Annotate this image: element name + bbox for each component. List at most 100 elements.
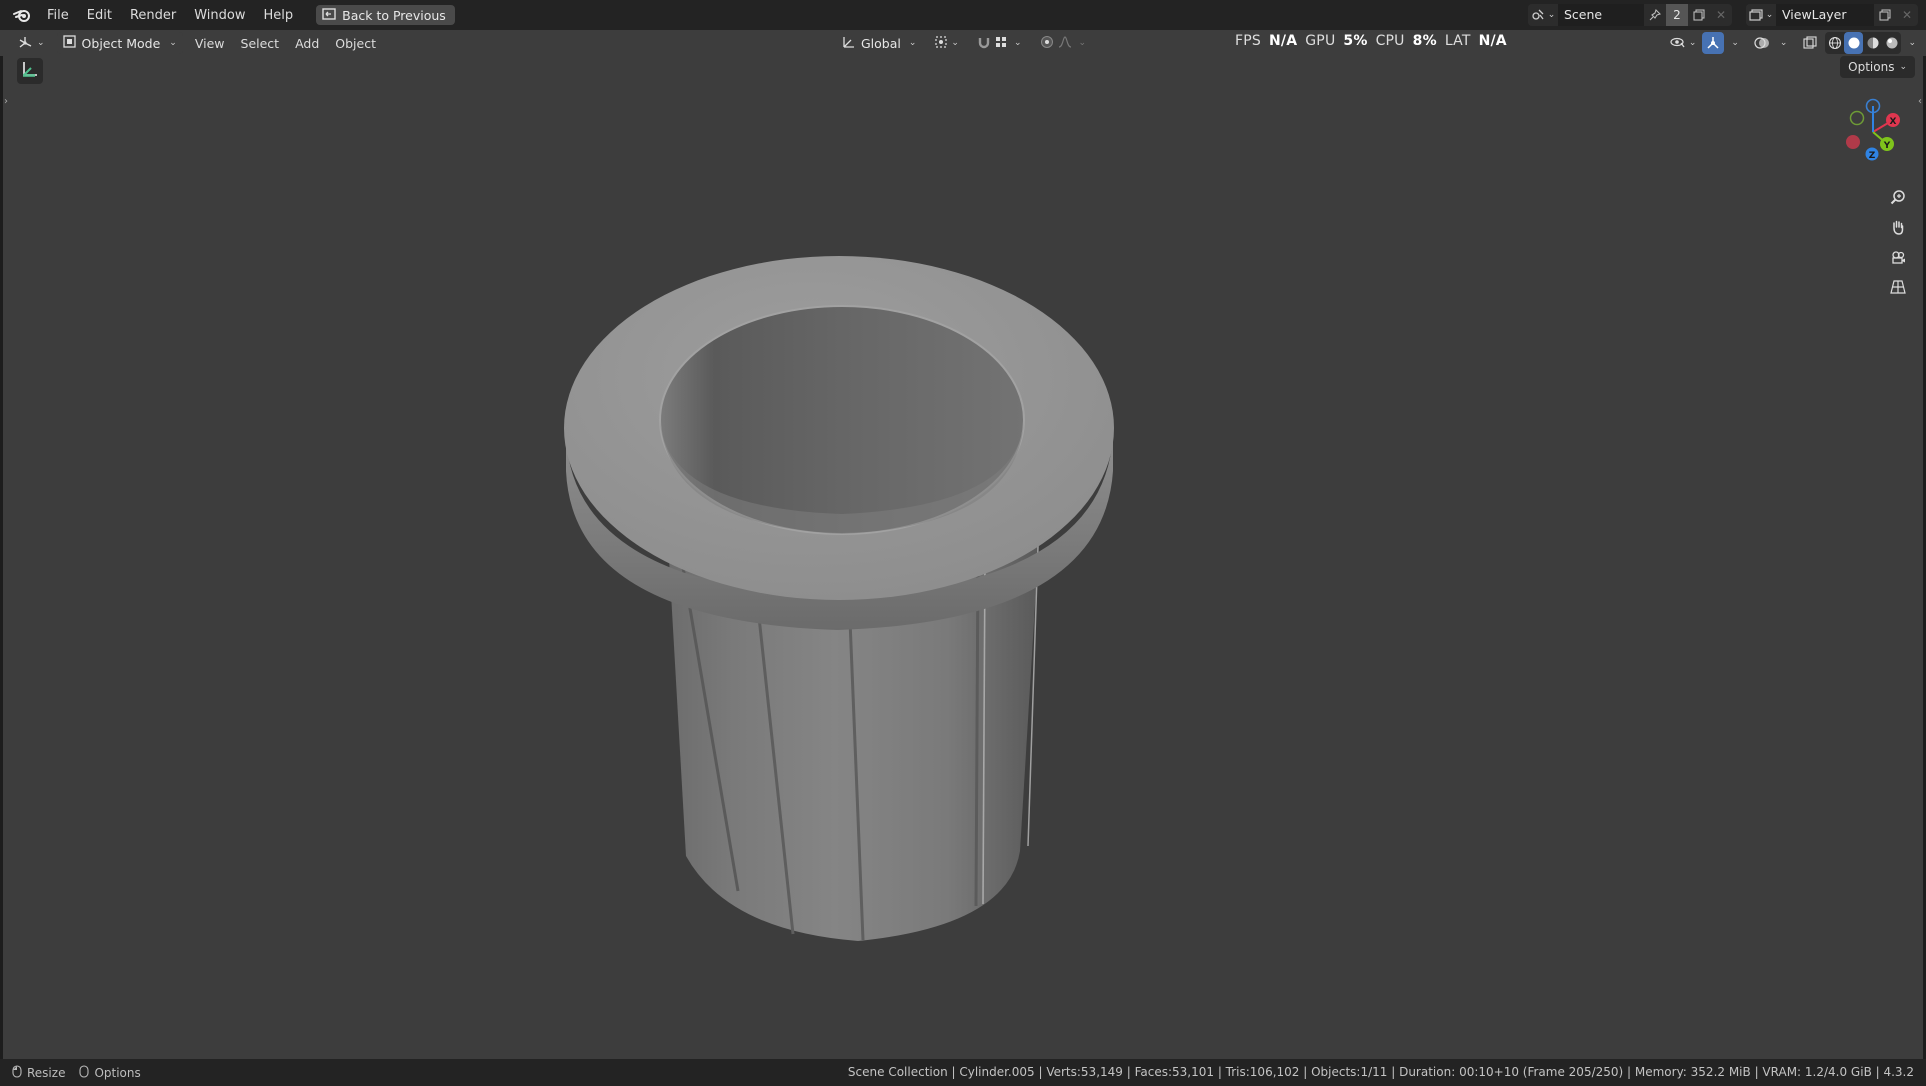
top-menubar: File Edit Render Window Help Back to Pre… [0, 0, 1926, 30]
gizmo-y-label: Y [1883, 141, 1891, 151]
falloff-curve-icon [1058, 35, 1072, 51]
status-hint-resize: Resize [12, 1064, 65, 1081]
zoom-icon[interactable] [1885, 184, 1911, 210]
sidebar-expand-arrow-icon[interactable]: ‹ [1918, 96, 1922, 107]
pivot-point-icon [934, 35, 948, 52]
gizmo-x-label: X [1890, 117, 1897, 127]
mode-label: Object Mode [81, 35, 161, 51]
3d-viewport[interactable]: Options ⌄ › ‹ X Y Z [3, 56, 1923, 1059]
transform-controls: Global ⌄ ⌄ ⌄ ⌄ [836, 32, 1092, 54]
menu-object[interactable]: Object [327, 36, 384, 51]
scene-user-count: 2 [1666, 4, 1688, 26]
overlays-toggle-icon[interactable] [1751, 32, 1773, 54]
mouse-right-icon [79, 1064, 90, 1081]
perspective-toggle-icon[interactable] [1885, 274, 1911, 300]
snap-toggle[interactable]: ⌄ [971, 32, 1028, 54]
orientation-axes-icon [842, 35, 856, 52]
scene-statistics: Scene Collection | Cylinder.005 | Verts:… [847, 1065, 1914, 1079]
back-to-previous-label: Back to Previous [342, 7, 446, 23]
chevron-down-icon: ⌄ [951, 38, 959, 48]
navigation-gizmo[interactable]: X Y Z [1835, 94, 1905, 164]
chevron-down-icon: ⌄ [1765, 10, 1774, 20]
view-layer-icon[interactable]: ⌄ [1746, 4, 1776, 26]
menu-window[interactable]: Window [185, 4, 254, 27]
shading-dropdown-chevron-icon[interactable]: ⌄ [1908, 38, 1916, 48]
visibility-selector[interactable]: ⌄ [1668, 32, 1699, 54]
duplicate-view-layer-icon[interactable] [1874, 4, 1896, 26]
editor-type-selector[interactable]: ⌄ [12, 32, 51, 54]
mode-selector[interactable]: Object Mode ⌄ [56, 32, 183, 54]
lat-value: N/A [1478, 33, 1507, 49]
scene-icon[interactable]: ⌄ [1528, 4, 1558, 26]
fps-value: N/A [1268, 33, 1298, 49]
solid-shading-icon[interactable] [1844, 32, 1864, 54]
back-screen-icon [322, 7, 336, 23]
toolbar-expand-arrow-icon[interactable]: › [4, 96, 8, 107]
close-view-layer-icon[interactable]: ✕ [1896, 4, 1918, 26]
gpu-value: 5% [1343, 33, 1368, 49]
lat-label: LAT [1444, 33, 1471, 49]
menu-help[interactable]: Help [255, 4, 303, 27]
chevron-down-icon: ⌄ [1688, 38, 1697, 48]
duplicate-scene-icon[interactable] [1688, 4, 1710, 26]
viewport-options-button[interactable]: Options ⌄ [1840, 56, 1915, 78]
chevron-down-icon: ⌄ [169, 38, 177, 48]
pan-hand-icon[interactable] [1885, 214, 1911, 240]
gizmo-neg-y [1849, 110, 1865, 126]
transform-orientation-selector[interactable]: Global ⌄ [836, 32, 922, 54]
pivot-point-selector[interactable]: ⌄ [928, 32, 965, 54]
active-tool-button[interactable] [17, 58, 43, 84]
close-scene-icon[interactable]: ✕ [1710, 4, 1732, 26]
view-layer-name[interactable]: ViewLayer [1776, 4, 1874, 26]
view-layer-selector[interactable]: ⌄ ViewLayer ✕ [1746, 4, 1918, 26]
viewport-header: ⌄ Object Mode ⌄ View Select Add Object G… [0, 30, 1926, 56]
status-hints: Resize Options [12, 1064, 141, 1081]
scene-controls: ⌄ Scene 2 ✕ ⌄ ViewLayer ✕ [1528, 4, 1918, 26]
chevron-down-icon: ⌄ [1547, 10, 1556, 20]
menu-add[interactable]: Add [287, 36, 327, 51]
cpu-label: CPU [1375, 33, 1405, 49]
3d-viewport-icon [18, 35, 34, 52]
blender-logo-icon[interactable] [12, 5, 32, 25]
snap-grid-icon [995, 36, 1007, 51]
eye-pointer-icon [1670, 35, 1686, 52]
magnet-icon [977, 35, 991, 52]
material-preview-icon[interactable] [1863, 32, 1882, 54]
chevron-down-icon: ⌄ [1013, 38, 1022, 48]
cpu-value: 8% [1412, 33, 1437, 49]
transform-orientation-label: Global [861, 35, 901, 51]
shading-mode-group [1825, 32, 1902, 54]
menu-render[interactable]: Render [121, 4, 185, 27]
xray-toggle-icon[interactable] [1799, 32, 1821, 54]
options-label: Options [1848, 60, 1895, 74]
menu-view[interactable]: View [187, 36, 233, 51]
wireframe-shading-icon[interactable] [1825, 32, 1844, 54]
gpu-label: GPU [1305, 33, 1336, 49]
gizmo-toggle-icon[interactable] [1702, 32, 1725, 54]
scene-selector[interactable]: ⌄ Scene 2 ✕ [1528, 4, 1732, 26]
status-bar: Resize Options Scene Collection | Cylind… [0, 1059, 1926, 1086]
chevron-down-icon: ⌄ [1078, 38, 1087, 48]
pin-icon[interactable] [1644, 4, 1666, 26]
menu-select[interactable]: Select [233, 36, 288, 51]
measure-tool-icon [21, 60, 39, 82]
blender-window: File Edit Render Window Help Back to Pre… [0, 0, 1926, 1086]
rendered-shading-icon[interactable] [1882, 32, 1901, 54]
menu-file[interactable]: File [38, 4, 78, 27]
mouse-left-icon [12, 1064, 22, 1081]
cylinder-object[interactable] [548, 226, 1128, 956]
scene-name[interactable]: Scene [1558, 4, 1644, 26]
proportional-editing-toggle[interactable]: ⌄ [1034, 32, 1093, 54]
fps-label: FPS [1235, 33, 1261, 49]
menu-edit[interactable]: Edit [78, 4, 121, 27]
chevron-down-icon: ⌄ [908, 38, 917, 48]
chevron-down-icon: ⌄ [37, 38, 45, 48]
camera-view-icon[interactable] [1885, 244, 1911, 270]
chevron-down-icon: ⌄ [1899, 62, 1907, 72]
back-to-previous-button[interactable]: Back to Previous [316, 5, 455, 25]
viewport-display-controls: ⌄ ⌄ ⌄ ⌄ [1668, 32, 1916, 54]
overlays-dropdown-chevron-icon[interactable]: ⌄ [1780, 38, 1788, 48]
gizmo-dropdown-chevron-icon[interactable]: ⌄ [1731, 38, 1739, 48]
status-hint-options-label: Options [94, 1065, 141, 1080]
gizmo-z-label: Z [1869, 151, 1876, 161]
